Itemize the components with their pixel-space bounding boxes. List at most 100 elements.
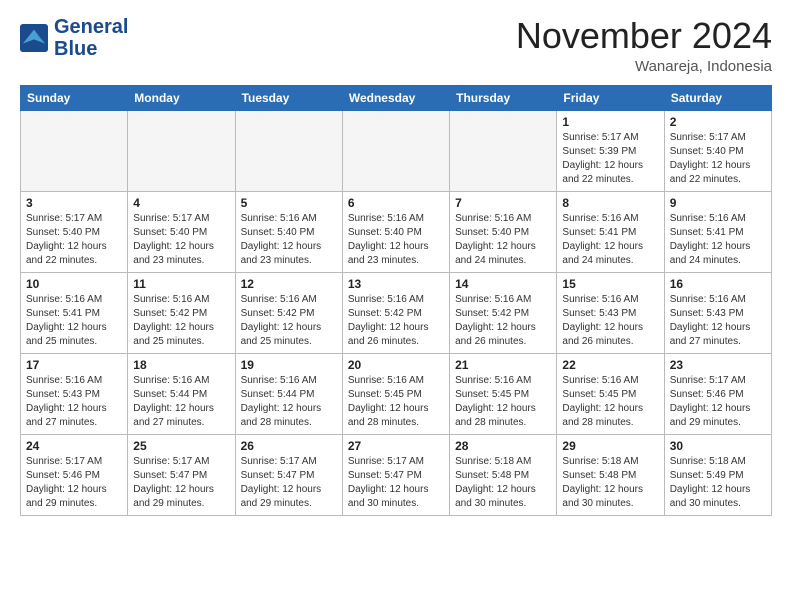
- calendar-cell: 18 Sunrise: 5:16 AM Sunset: 5:44 PM Dayli…: [128, 353, 235, 434]
- day-info: Sunrise: 5:17 AM Sunset: 5:40 PM Dayligh…: [133, 212, 229, 268]
- day-info: Sunrise: 5:17 AM Sunset: 5:39 PM Dayligh…: [562, 131, 658, 187]
- calendar-cell: 26 Sunrise: 5:17 AM Sunset: 5:47 PM Dayli…: [235, 434, 342, 515]
- calendar-cell: 17 Sunrise: 5:16 AM Sunset: 5:43 PM Dayli…: [21, 353, 128, 434]
- day-number: 4: [133, 196, 229, 210]
- day-number: 25: [133, 439, 229, 453]
- day-number: 2: [670, 115, 766, 129]
- calendar-cell: 12 Sunrise: 5:16 AM Sunset: 5:42 PM Dayli…: [235, 272, 342, 353]
- day-info: Sunrise: 5:18 AM Sunset: 5:48 PM Dayligh…: [562, 455, 658, 511]
- day-info: Sunrise: 5:17 AM Sunset: 5:47 PM Dayligh…: [348, 455, 444, 511]
- day-number: 10: [26, 277, 122, 291]
- logo-icon: [20, 24, 48, 52]
- calendar-cell: 13 Sunrise: 5:16 AM Sunset: 5:42 PM Dayli…: [342, 272, 449, 353]
- day-number: 5: [241, 196, 337, 210]
- month-title: November 2024: [516, 16, 772, 56]
- day-info: Sunrise: 5:16 AM Sunset: 5:43 PM Dayligh…: [670, 293, 766, 349]
- day-number: 22: [562, 358, 658, 372]
- weekday-header: Sunday: [21, 85, 128, 110]
- logo-area: General Blue: [20, 16, 128, 60]
- day-info: Sunrise: 5:16 AM Sunset: 5:45 PM Dayligh…: [562, 374, 658, 430]
- calendar-cell: [450, 110, 557, 191]
- title-area: November 2024 Wanareja, Indonesia: [516, 16, 772, 75]
- weekday-header: Tuesday: [235, 85, 342, 110]
- day-info: Sunrise: 5:16 AM Sunset: 5:45 PM Dayligh…: [348, 374, 444, 430]
- calendar-cell: 11Sunrise: 5:16 AM Sunset: 5:42 PM Dayli…: [128, 272, 235, 353]
- week-row: 1 Sunrise: 5:17 AM Sunset: 5:39 PM Daylig…: [21, 110, 772, 191]
- day-info: Sunrise: 5:16 AM Sunset: 5:43 PM Dayligh…: [562, 293, 658, 349]
- day-info: Sunrise: 5:16 AM Sunset: 5:44 PM Dayligh…: [133, 374, 229, 430]
- calendar-cell: 20Sunrise: 5:16 AM Sunset: 5:45 PM Dayli…: [342, 353, 449, 434]
- day-info: Sunrise: 5:16 AM Sunset: 5:41 PM Dayligh…: [670, 212, 766, 268]
- calendar-cell: 6Sunrise: 5:16 AM Sunset: 5:40 PM Daylig…: [342, 191, 449, 272]
- weekday-header: Wednesday: [342, 85, 449, 110]
- calendar-cell: 15 Sunrise: 5:16 AM Sunset: 5:43 PM Dayli…: [557, 272, 664, 353]
- calendar-cell: 28 Sunrise: 5:18 AM Sunset: 5:48 PM Dayli…: [450, 434, 557, 515]
- calendar-cell: 4 Sunrise: 5:17 AM Sunset: 5:40 PM Daylig…: [128, 191, 235, 272]
- calendar-cell: 24Sunrise: 5:17 AM Sunset: 5:46 PM Dayli…: [21, 434, 128, 515]
- day-number: 11: [133, 277, 229, 291]
- day-number: 17: [26, 358, 122, 372]
- day-info: Sunrise: 5:16 AM Sunset: 5:42 PM Dayligh…: [348, 293, 444, 349]
- day-number: 15: [562, 277, 658, 291]
- calendar-cell: 25 Sunrise: 5:17 AM Sunset: 5:47 PM Dayli…: [128, 434, 235, 515]
- calendar-cell: 3Sunrise: 5:17 AM Sunset: 5:40 PM Daylig…: [21, 191, 128, 272]
- day-info: Sunrise: 5:17 AM Sunset: 5:40 PM Dayligh…: [670, 131, 766, 187]
- day-info: Sunrise: 5:17 AM Sunset: 5:46 PM Dayligh…: [26, 455, 122, 511]
- calendar-cell: 14 Sunrise: 5:16 AM Sunset: 5:42 PM Dayli…: [450, 272, 557, 353]
- calendar-cell: [235, 110, 342, 191]
- calendar-cell: 10 Sunrise: 5:16 AM Sunset: 5:41 PM Dayli…: [21, 272, 128, 353]
- header: General Blue November 2024 Wanareja, Ind…: [20, 16, 772, 75]
- day-number: 27: [348, 439, 444, 453]
- calendar-cell: 5Sunrise: 5:16 AM Sunset: 5:40 PM Daylig…: [235, 191, 342, 272]
- calendar-cell: [342, 110, 449, 191]
- day-info: Sunrise: 5:16 AM Sunset: 5:42 PM Dayligh…: [241, 293, 337, 349]
- day-info: Sunrise: 5:16 AM Sunset: 5:43 PM Dayligh…: [26, 374, 122, 430]
- logo-text: General Blue: [54, 16, 128, 60]
- day-number: 26: [241, 439, 337, 453]
- day-number: 9: [670, 196, 766, 210]
- day-number: 1: [562, 115, 658, 129]
- day-number: 13: [348, 277, 444, 291]
- day-number: 18: [133, 358, 229, 372]
- day-info: Sunrise: 5:17 AM Sunset: 5:47 PM Dayligh…: [241, 455, 337, 511]
- calendar-cell: 22 Sunrise: 5:16 AM Sunset: 5:45 PM Dayli…: [557, 353, 664, 434]
- day-number: 16: [670, 277, 766, 291]
- calendar-cell: 19Sunrise: 5:16 AM Sunset: 5:44 PM Dayli…: [235, 353, 342, 434]
- calendar-cell: 7Sunrise: 5:16 AM Sunset: 5:40 PM Daylig…: [450, 191, 557, 272]
- day-number: 21: [455, 358, 551, 372]
- calendar-cell: 16 Sunrise: 5:16 AM Sunset: 5:43 PM Dayli…: [664, 272, 771, 353]
- day-info: Sunrise: 5:16 AM Sunset: 5:44 PM Dayligh…: [241, 374, 337, 430]
- week-row: 17 Sunrise: 5:16 AM Sunset: 5:43 PM Dayli…: [21, 353, 772, 434]
- day-info: Sunrise: 5:18 AM Sunset: 5:48 PM Dayligh…: [455, 455, 551, 511]
- location-title: Wanareja, Indonesia: [516, 58, 772, 75]
- day-info: Sunrise: 5:16 AM Sunset: 5:41 PM Dayligh…: [562, 212, 658, 268]
- calendar-cell: 9 Sunrise: 5:16 AM Sunset: 5:41 PM Daylig…: [664, 191, 771, 272]
- calendar-cell: 1 Sunrise: 5:17 AM Sunset: 5:39 PM Daylig…: [557, 110, 664, 191]
- day-info: Sunrise: 5:18 AM Sunset: 5:49 PM Dayligh…: [670, 455, 766, 511]
- page: General Blue November 2024 Wanareja, Ind…: [0, 0, 792, 612]
- day-number: 30: [670, 439, 766, 453]
- day-info: Sunrise: 5:17 AM Sunset: 5:46 PM Dayligh…: [670, 374, 766, 430]
- day-info: Sunrise: 5:16 AM Sunset: 5:40 PM Dayligh…: [348, 212, 444, 268]
- day-info: Sunrise: 5:16 AM Sunset: 5:41 PM Dayligh…: [26, 293, 122, 349]
- day-number: 12: [241, 277, 337, 291]
- day-number: 14: [455, 277, 551, 291]
- day-info: Sunrise: 5:16 AM Sunset: 5:45 PM Dayligh…: [455, 374, 551, 430]
- day-number: 8: [562, 196, 658, 210]
- weekday-header: Saturday: [664, 85, 771, 110]
- weekday-header: Monday: [128, 85, 235, 110]
- calendar-cell: 27 Sunrise: 5:17 AM Sunset: 5:47 PM Dayli…: [342, 434, 449, 515]
- day-number: 28: [455, 439, 551, 453]
- week-row: 24Sunrise: 5:17 AM Sunset: 5:46 PM Dayli…: [21, 434, 772, 515]
- calendar-cell: 23Sunrise: 5:17 AM Sunset: 5:46 PM Dayli…: [664, 353, 771, 434]
- calendar-cell: [128, 110, 235, 191]
- calendar-cell: 2 Sunrise: 5:17 AM Sunset: 5:40 PM Daylig…: [664, 110, 771, 191]
- day-number: 7: [455, 196, 551, 210]
- weekday-header: Thursday: [450, 85, 557, 110]
- day-info: Sunrise: 5:17 AM Sunset: 5:47 PM Dayligh…: [133, 455, 229, 511]
- week-row: 10 Sunrise: 5:16 AM Sunset: 5:41 PM Dayli…: [21, 272, 772, 353]
- calendar-cell: 29Sunrise: 5:18 AM Sunset: 5:48 PM Dayli…: [557, 434, 664, 515]
- day-info: Sunrise: 5:17 AM Sunset: 5:40 PM Dayligh…: [26, 212, 122, 268]
- day-info: Sunrise: 5:16 AM Sunset: 5:42 PM Dayligh…: [455, 293, 551, 349]
- calendar-header-row: SundayMondayTuesdayWednesdayThursdayFrid…: [21, 85, 772, 110]
